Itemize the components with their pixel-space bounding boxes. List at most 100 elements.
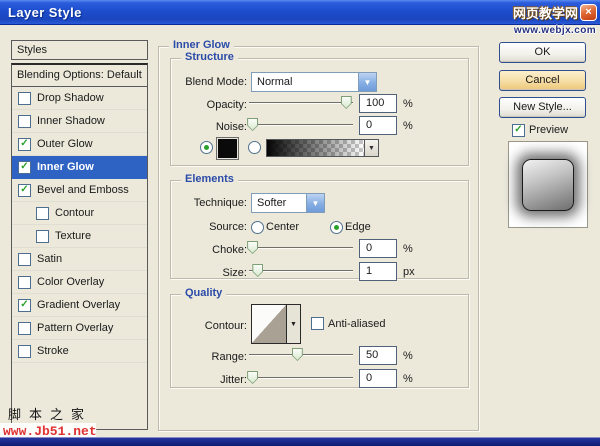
range-input[interactable]: 50 [359,346,397,365]
technique-label: Technique: [167,197,247,209]
style-item-outer-glow[interactable]: ✓ Outer Glow [12,133,147,156]
style-item-checkbox[interactable]: ✓ [18,322,31,335]
style-item-bevel-and-emboss[interactable]: ✓ Bevel and Emboss [12,179,147,202]
choke-slider-thumb[interactable] [247,241,258,254]
style-item-pattern-overlay[interactable]: ✓Pattern Overlay [12,317,147,340]
cancel-button[interactable]: Cancel [499,70,586,91]
style-item-checkbox[interactable]: ✓ [18,276,31,289]
opacity-input[interactable]: 100 [359,94,397,113]
size-slider[interactable] [249,264,353,277]
glow-color-radio[interactable] [200,141,213,154]
style-item-label: Color Overlay [37,276,104,288]
choke-label: Choke: [167,244,247,256]
style-item-stroke[interactable]: ✓ Stroke [12,340,147,363]
range-slider[interactable] [249,348,353,361]
layer-style-dialog: Layer Style 网页教学网 × www.webjx.com Styles… [0,0,600,446]
new-style-button[interactable]: New Style... [499,97,586,118]
opacity-label: Opacity: [167,99,247,111]
preview-label: Preview [529,124,568,136]
style-item-checkbox[interactable]: ✓ [18,161,31,174]
blend-mode-label: Blend Mode: [167,76,247,88]
size-slider-track[interactable] [249,270,353,272]
noise-unit: % [403,120,413,132]
style-item-checkbox[interactable]: ✓ [36,207,49,220]
style-item-label: Inner Shadow [37,115,105,127]
style-item-checkbox[interactable]: ✓ [18,253,31,266]
checkmark-icon: ✓ [514,125,522,135]
style-item-checkbox[interactable]: ✓ [18,345,31,358]
blend-mode-select[interactable]: Normal ▼ [251,72,377,92]
noise-input[interactable]: 0 [359,116,397,135]
style-item-checkbox[interactable]: ✓ [18,115,31,128]
style-item-checkbox[interactable]: ✓ [18,184,31,197]
opacity-slider-track[interactable] [249,102,353,104]
source-edge-radio[interactable] [330,221,343,234]
size-slider-thumb[interactable] [252,264,263,277]
watermark-site-url: www.webjx.com [514,25,596,36]
choke-slider-track[interactable] [249,247,353,249]
style-item-checkbox[interactable]: ✓ [18,299,31,312]
style-item-gradient-overlay[interactable]: ✓Gradient Overlay [12,294,147,317]
style-item-label: Contour [55,207,94,219]
noise-label: Noise: [167,121,247,133]
close-icon[interactable]: × [580,4,597,21]
jitter-slider[interactable] [249,371,353,384]
opacity-slider[interactable] [249,96,353,109]
antialiased-checkbox[interactable]: ✓ [311,317,324,330]
structure-group-label: Structure [181,51,238,63]
style-item-checkbox[interactable]: ✓ [18,92,31,105]
quality-group-label: Quality [181,287,226,299]
style-item-color-overlay[interactable]: ✓ Color Overlay [12,271,147,294]
checkmark-icon: ✓ [20,139,28,149]
size-input[interactable]: 1 [359,262,397,281]
glow-color-swatch[interactable] [217,138,238,159]
dialog-title: Layer Style [0,5,82,20]
chevron-down-icon[interactable]: ▼ [358,73,376,91]
style-item-inner-shadow[interactable]: ✓ Inner Shadow [12,110,147,133]
checkmark-icon: ✓ [20,300,28,310]
noise-slider-track[interactable] [249,124,353,126]
checkmark-icon: ✓ [20,185,28,195]
contour-thumbnail[interactable] [252,305,286,343]
range-slider-thumb[interactable] [292,348,303,361]
gradient-dropdown-icon[interactable]: ▼ [364,140,378,156]
jitter-input[interactable]: 0 [359,369,397,388]
choke-input[interactable]: 0 [359,239,397,258]
style-item-contour[interactable]: ✓ Contour [12,202,147,225]
jitter-slider-track[interactable] [249,377,353,379]
style-item-checkbox[interactable]: ✓ [18,138,31,151]
source-center-radio[interactable] [251,221,264,234]
jitter-label: Jitter: [167,374,247,386]
style-item-label: Stroke [37,345,69,357]
style-item-satin[interactable]: ✓Satin [12,248,147,271]
gradient-preview[interactable] [267,140,364,156]
style-item-label: Drop Shadow [37,92,104,104]
size-label: Size: [167,267,247,279]
glow-gradient-picker[interactable]: ▼ [266,139,379,157]
contour-picker[interactable]: ▼ [251,304,301,344]
style-item-label: Outer Glow [37,138,93,150]
technique-select[interactable]: Softer ▼ [251,193,325,213]
window-bottom-border [0,437,600,446]
opacity-slider-thumb[interactable] [341,96,352,109]
contour-dropdown-icon[interactable]: ▼ [286,305,300,343]
jitter-slider-thumb[interactable] [247,371,258,384]
style-item-inner-glow[interactable]: ✓Inner Glow [12,156,147,179]
title-bar[interactable]: Layer Style 网页教学网 × [0,0,600,25]
chevron-down-icon[interactable]: ▼ [306,194,324,212]
glow-gradient-radio[interactable] [248,141,261,154]
noise-slider[interactable] [249,118,353,131]
style-item-label: Bevel and Emboss [37,184,129,196]
inner-glow-group-label: Inner Glow [169,39,234,51]
source-label: Source: [167,221,247,233]
style-item-label: Texture [55,230,91,242]
style-item-texture[interactable]: ✓ Texture [12,225,147,248]
style-item-checkbox[interactable]: ✓ [36,230,49,243]
noise-slider-thumb[interactable] [247,118,258,131]
style-item-drop-shadow[interactable]: ✓ Drop Shadow [12,87,147,110]
choke-slider[interactable] [249,241,353,254]
blending-options-row[interactable]: Blending Options: Default [12,65,147,87]
antialiased-label: Anti-aliased [328,318,385,330]
ok-button[interactable]: OK [499,42,586,63]
preview-checkbox[interactable]: ✓ [512,124,525,137]
